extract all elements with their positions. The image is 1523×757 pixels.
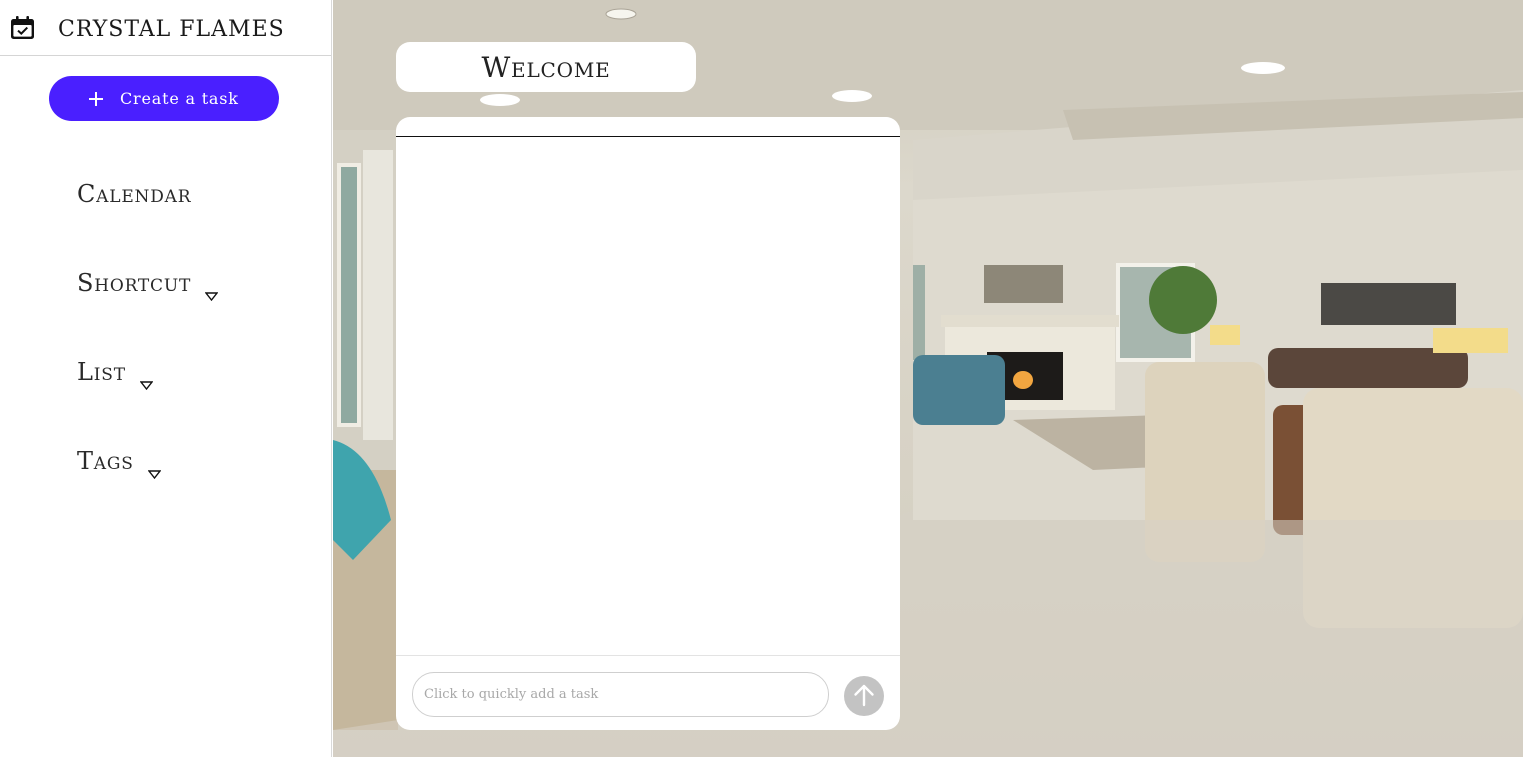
caret-down-icon[interactable] bbox=[139, 368, 154, 390]
caret-down-icon[interactable] bbox=[204, 279, 219, 301]
welcome-banner: Welcome bbox=[396, 42, 696, 92]
plus-icon bbox=[88, 91, 104, 107]
sidebar-item-label: Shortcut bbox=[77, 269, 192, 297]
quick-add-bar bbox=[396, 655, 900, 730]
brand-name: CRYSTAL FLAMES bbox=[58, 17, 285, 42]
task-list bbox=[396, 138, 900, 655]
caret-down-icon[interactable] bbox=[147, 457, 162, 479]
sidebar-item-label: Calendar bbox=[77, 180, 192, 208]
sidebar-item-tags[interactable]: Tags bbox=[77, 447, 162, 479]
sidebar-item-calendar[interactable]: Calendar bbox=[77, 180, 191, 208]
sidebar-item-list[interactable]: List bbox=[77, 358, 154, 390]
quick-add-input[interactable] bbox=[412, 672, 829, 717]
task-panel bbox=[396, 117, 900, 730]
sidebar-item-label: Tags bbox=[77, 447, 134, 475]
sidebar-item-label: List bbox=[77, 358, 126, 386]
welcome-label: Welcome bbox=[481, 50, 611, 84]
create-task-button[interactable]: Create a task bbox=[49, 76, 279, 121]
sidebar: CRYSTAL FLAMES Create a task Calendar Sh… bbox=[0, 0, 332, 757]
submit-task-button[interactable] bbox=[844, 676, 884, 716]
task-panel-header bbox=[396, 117, 900, 137]
brand-header: CRYSTAL FLAMES bbox=[0, 0, 331, 56]
create-task-label: Create a task bbox=[120, 89, 239, 108]
calendar-check-icon bbox=[11, 16, 34, 39]
arrow-up-icon bbox=[853, 683, 875, 710]
sidebar-item-shortcut[interactable]: Shortcut bbox=[77, 269, 219, 301]
main-area: Welcome bbox=[333, 0, 1523, 757]
